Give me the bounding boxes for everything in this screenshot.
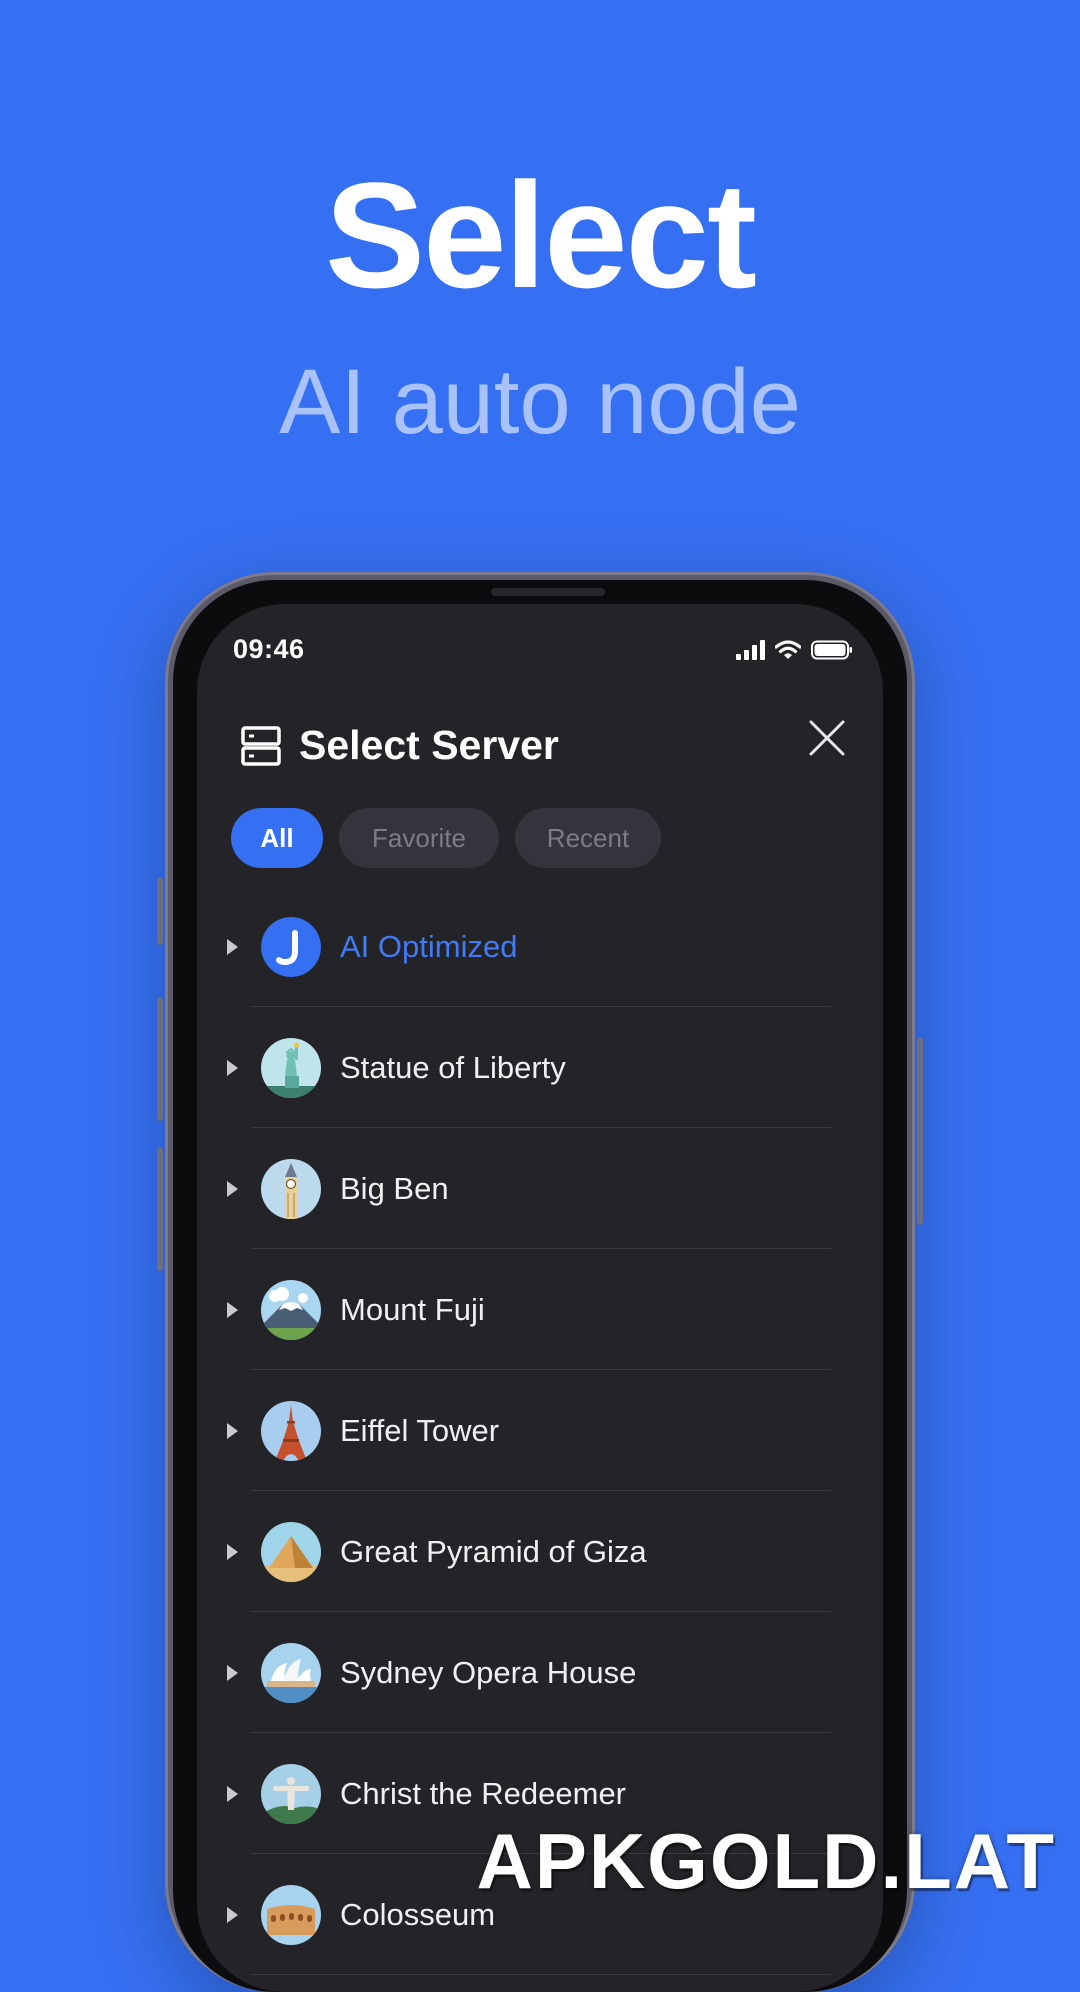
phone-side-button [157, 877, 163, 945]
server-item-eiffel-tower[interactable]: Eiffel Tower [197, 1370, 883, 1491]
expand-arrow-icon[interactable] [227, 1664, 238, 1681]
wifi-icon [775, 640, 801, 659]
phone-side-button [157, 997, 163, 1121]
expand-arrow-icon[interactable] [227, 1906, 238, 1923]
opera-house-icon [261, 1642, 321, 1703]
promo-subheadline: AI auto node [279, 351, 801, 453]
expand-arrow-icon[interactable] [227, 1059, 238, 1076]
big-ben-icon [261, 1158, 321, 1219]
server-item-sydney-opera-house[interactable]: Sydney Opera House [197, 1612, 883, 1733]
phone-bezel: 09:46 Select Server All Favorite Recent … [173, 580, 907, 1992]
promo-headline: Select [325, 151, 757, 319]
eiffel-tower-icon [261, 1400, 321, 1461]
server-icon [241, 726, 281, 766]
status-time: 09:46 [233, 634, 305, 664]
expand-arrow-icon[interactable] [227, 1422, 238, 1439]
status-icons [736, 640, 853, 660]
expand-arrow-icon[interactable] [227, 1543, 238, 1560]
server-label: Sydney Opera House [340, 1654, 637, 1690]
tab-favorite[interactable]: Favorite [339, 808, 499, 868]
server-label: Great Pyramid of Giza [340, 1533, 647, 1569]
phone-frame: 09:46 Select Server All Favorite Recent … [157, 572, 923, 1992]
server-label: AI Optimized [340, 928, 518, 964]
expand-arrow-icon[interactable] [227, 1180, 238, 1197]
signal-icon [736, 640, 765, 660]
filter-tabs: All Favorite Recent [231, 808, 661, 868]
server-label: Colosseum [340, 1896, 496, 1932]
christ-redeemer-icon [261, 1763, 321, 1824]
server-list: AI Optimized Statue of Liberty Big Ben M… [197, 886, 883, 1975]
close-icon[interactable] [807, 718, 847, 758]
battery-icon [811, 640, 852, 660]
tab-recent[interactable]: Recent [515, 808, 661, 868]
server-item-great-pyramid-of-giza[interactable]: Great Pyramid of Giza [197, 1491, 883, 1612]
mount-fuji-icon [261, 1279, 321, 1340]
app-screen: 09:46 Select Server All Favorite Recent … [197, 604, 883, 1992]
phone-side-button [917, 1037, 923, 1225]
server-label: Big Ben [340, 1170, 449, 1206]
expand-arrow-icon[interactable] [227, 1301, 238, 1318]
colosseum-icon [261, 1884, 321, 1945]
expand-arrow-icon[interactable] [227, 938, 238, 955]
divider [251, 1974, 831, 1975]
server-label: Christ the Redeemer [340, 1775, 627, 1811]
server-item-ai-optimized[interactable]: AI Optimized [197, 886, 883, 1007]
pyramid-icon [261, 1521, 321, 1582]
speaker-bar [491, 588, 605, 596]
expand-arrow-icon[interactable] [227, 1785, 238, 1802]
watermark-text: APKGOLD.LAT [476, 1817, 1056, 1905]
server-label: Eiffel Tower [340, 1412, 500, 1448]
server-item-statue-of-liberty[interactable]: Statue of Liberty [197, 1007, 883, 1128]
phone-side-button [157, 1147, 163, 1271]
server-label: Mount Fuji [340, 1291, 485, 1327]
server-label: Statue of Liberty [340, 1049, 566, 1085]
server-item-big-ben[interactable]: Big Ben [197, 1128, 883, 1249]
page-title: Select Server [299, 722, 559, 768]
server-item-mount-fuji[interactable]: Mount Fuji [197, 1249, 883, 1370]
tab-all[interactable]: All [231, 808, 323, 868]
statue-of-liberty-icon [261, 1037, 321, 1098]
ai-logo-icon [261, 916, 321, 977]
